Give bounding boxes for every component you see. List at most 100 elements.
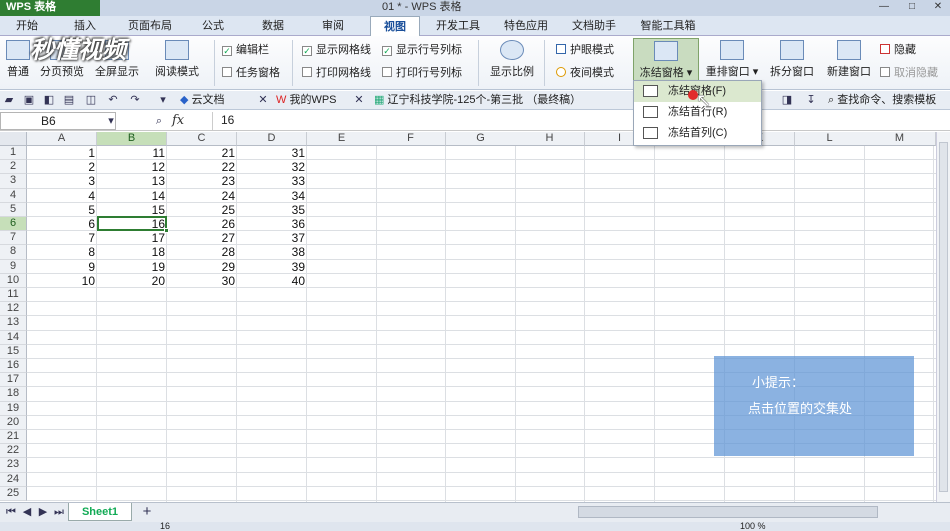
zoom-cell-icon[interactable]: ⌕ <box>152 114 166 128</box>
cell-a1[interactable]: 1 <box>27 146 97 160</box>
chevron-down-icon[interactable]: ▾ <box>104 114 118 128</box>
cell-c6[interactable]: 26 <box>167 217 237 231</box>
column-header-f[interactable]: F <box>376 132 446 146</box>
first-sheet-icon[interactable]: ⏮ <box>4 505 18 519</box>
tab-page-layout[interactable]: 页面布局 <box>118 16 182 36</box>
close-tab-icon[interactable]: ✕ <box>352 93 366 107</box>
row-header-17[interactable]: 17 <box>0 373 27 388</box>
chevron-down-icon[interactable]: ▾ <box>156 93 170 107</box>
row-header-7[interactable]: 7 <box>0 231 27 246</box>
task-pane-checkbox[interactable]: 任务窗格 <box>222 66 280 80</box>
last-sheet-icon[interactable]: ⏭ <box>52 505 66 519</box>
close-tab-icon[interactable]: ✕ <box>256 93 270 107</box>
column-header-e[interactable]: E <box>307 132 377 146</box>
tab-developer[interactable]: 开发工具 <box>428 16 488 36</box>
column-header-m[interactable]: M <box>864 132 936 146</box>
column-header-g[interactable]: G <box>446 132 516 146</box>
sheet-tab-sheet1[interactable]: Sheet1 <box>68 503 132 521</box>
eye-mode-button[interactable]: 护眼模式 <box>556 43 614 57</box>
cell-d2[interactable]: 32 <box>237 160 307 174</box>
cell-d7[interactable]: 37 <box>237 231 307 245</box>
export-pdf-icon[interactable]: ◧ <box>42 93 56 107</box>
cell-c9[interactable]: 29 <box>167 260 237 274</box>
cell-a2[interactable]: 2 <box>27 160 97 174</box>
row-header-23[interactable]: 23 <box>0 458 27 473</box>
unhide-button[interactable]: 取消隐藏 <box>880 66 938 80</box>
cell-b1[interactable]: 11 <box>97 146 167 160</box>
row-header-16[interactable]: 16 <box>0 359 27 374</box>
doc-tab-mywps[interactable]: W 我的WPS <box>276 92 337 109</box>
tab-doc-assistant[interactable]: 文档助手 <box>564 16 624 36</box>
row-header-4[interactable]: 4 <box>0 188 27 203</box>
column-header-a[interactable]: A <box>27 132 97 146</box>
row-header-25[interactable]: 25 <box>0 486 27 501</box>
print-grid-checkbox[interactable]: 打印网格线 <box>302 66 371 80</box>
tab-review[interactable]: 审阅 <box>310 16 356 36</box>
cell-c1[interactable]: 21 <box>167 146 237 160</box>
cell-d1[interactable]: 31 <box>237 146 307 160</box>
row-header-5[interactable]: 5 <box>0 202 27 217</box>
cell-a3[interactable]: 3 <box>27 174 97 188</box>
row-header-21[interactable]: 21 <box>0 430 27 445</box>
column-header-d[interactable]: D <box>237 132 307 146</box>
close-icon[interactable]: ✕ <box>930 0 946 14</box>
cell-b8[interactable]: 18 <box>97 245 167 259</box>
cell-a6[interactable]: 6 <box>27 217 97 231</box>
fill-handle[interactable] <box>164 228 169 233</box>
cell-b4[interactable]: 14 <box>97 189 167 203</box>
doc-tab-cloud[interactable]: ◆ 云文档 <box>180 92 225 109</box>
tab-data[interactable]: 数据 <box>250 16 296 36</box>
search-commands[interactable]: ⌕ 查找命令、搜索模板 <box>828 92 936 109</box>
save-icon[interactable]: ▣ <box>22 93 36 107</box>
tab-special[interactable]: 特色应用 <box>496 16 556 36</box>
cell-c2[interactable]: 22 <box>167 160 237 174</box>
row-header-14[interactable]: 14 <box>0 330 27 345</box>
night-mode-button[interactable]: 夜间模式 <box>556 66 614 80</box>
prev-sheet-icon[interactable]: ◀ <box>20 505 34 519</box>
cell-d6[interactable]: 36 <box>237 217 307 231</box>
row-header-11[interactable]: 11 <box>0 288 27 303</box>
cell-a4[interactable]: 4 <box>27 189 97 203</box>
panel-icon[interactable]: ◨ <box>780 93 794 107</box>
tab-view[interactable]: 视图 <box>370 16 420 36</box>
cell-d8[interactable]: 38 <box>237 245 307 259</box>
split-window-button[interactable]: 拆分窗口 <box>766 38 818 86</box>
show-grid-checkbox[interactable]: ✓ 显示网格线 <box>302 43 371 57</box>
row-header-2[interactable]: 2 <box>0 160 27 175</box>
column-header-h[interactable]: H <box>515 132 585 146</box>
cell-b9[interactable]: 19 <box>97 260 167 274</box>
tab-toolbox[interactable]: 智能工具箱 <box>632 16 704 36</box>
row-header-22[interactable]: 22 <box>0 444 27 459</box>
row-header-13[interactable]: 13 <box>0 316 27 331</box>
row-header-24[interactable]: 24 <box>0 472 27 487</box>
cell-a8[interactable]: 8 <box>27 245 97 259</box>
cell-c7[interactable]: 27 <box>167 231 237 245</box>
cell-d4[interactable]: 34 <box>237 189 307 203</box>
freeze-panes-button[interactable]: 冻结窗格 ▾ <box>633 38 699 86</box>
print-preview-icon[interactable]: ◫ <box>84 93 98 107</box>
cell-c3[interactable]: 23 <box>167 174 237 188</box>
hide-button[interactable]: 隐藏 <box>880 43 916 57</box>
row-header-18[interactable]: 18 <box>0 387 27 402</box>
column-header-b[interactable]: B <box>97 132 167 146</box>
maximize-icon[interactable]: □ <box>904 0 920 14</box>
read-mode-button[interactable]: 阅读模式 <box>146 38 208 86</box>
redo-icon[interactable]: ↷ <box>128 93 142 107</box>
cell-d5[interactable]: 35 <box>237 203 307 217</box>
row-header-20[interactable]: 20 <box>0 415 27 430</box>
row-header-10[interactable]: 10 <box>0 273 27 288</box>
row-header-1[interactable]: 1 <box>0 146 27 161</box>
cell-b5[interactable]: 15 <box>97 203 167 217</box>
pin-icon[interactable]: ↧ <box>804 93 818 107</box>
cell-b10[interactable]: 20 <box>97 274 167 288</box>
row-header-8[interactable]: 8 <box>0 245 27 260</box>
cell-a10[interactable]: 10 <box>27 274 97 288</box>
tab-formula[interactable]: 公式 <box>190 16 236 36</box>
cell-c5[interactable]: 25 <box>167 203 237 217</box>
vertical-scrollbar[interactable] <box>936 132 950 502</box>
print-icon[interactable]: ▤ <box>62 93 76 107</box>
next-sheet-icon[interactable]: ▶ <box>36 505 50 519</box>
rearrange-window-button[interactable]: 重排窗口 ▾ <box>702 38 762 86</box>
new-window-button[interactable]: 新建窗口 <box>822 38 876 86</box>
undo-icon[interactable]: ↶ <box>106 93 120 107</box>
